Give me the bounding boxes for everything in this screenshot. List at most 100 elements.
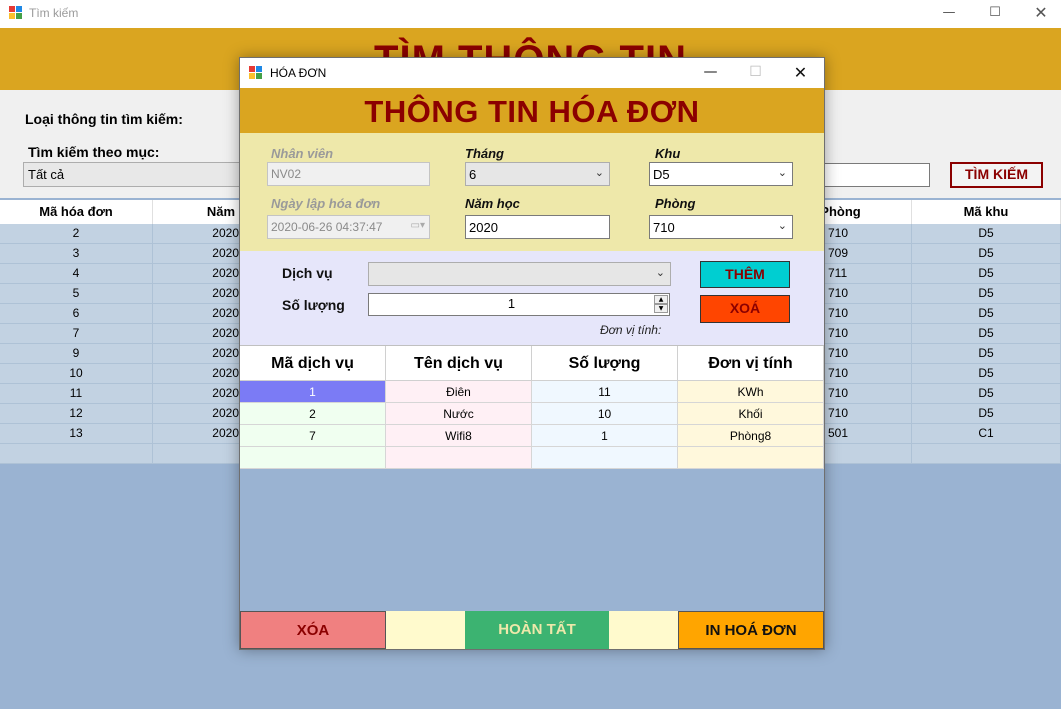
cell-ma-khu[interactable]: D5 [912,284,1061,304]
maximize-button[interactable]: ☐ [972,0,1018,28]
don-vi-label: Đơn vị tính: [600,323,662,337]
chevron-down-icon: ⌄ [777,166,787,179]
service-detail-grid[interactable]: Mã dịch vụ Tên dịch vụ Số lượng Đơn vị t… [240,345,824,611]
dialog-titlebar: HÓA ĐƠN — ☐ ✕ [240,58,824,88]
column-header-ma-khu[interactable]: Mã khu [912,200,1061,224]
service-panel: Dịch vụ ⌄ THÊM Số lượng 1 ▲ ▼ XOÁ Đơn vị… [240,251,824,345]
calendar-icon: ▭▾ [410,220,425,231]
cell-ma-khu[interactable]: D5 [912,404,1061,424]
cell-ma-hoa-don[interactable] [0,444,153,464]
spin-buttons[interactable]: ▲ ▼ [654,295,668,313]
phong-value: 710 [653,220,675,235]
action-bar: XÓA HOÀN TẤT IN HOÁ ĐƠN [240,611,824,649]
cell-ma-hoa-don[interactable]: 12 [0,404,153,424]
nam-hoc-label: Năm học [465,196,520,211]
cell-ma-hoa-don[interactable]: 7 [0,324,153,344]
dialog-app-icon [249,66,263,80]
spin-up-icon[interactable]: ▲ [654,295,668,304]
cell-ma-hoa-don[interactable]: 6 [0,304,153,324]
cell-ma-khu[interactable]: D5 [912,384,1061,404]
thang-label: Tháng [465,146,504,161]
window-title: Tìm kiếm [29,6,79,20]
remove-service-button[interactable]: XOÁ [700,295,790,323]
dich-vu-label: Dịch vụ [282,265,333,281]
cell-ma-khu[interactable]: D5 [912,244,1061,264]
cell-so-luong[interactable]: 11 [532,381,678,403]
cell-ma-khu[interactable]: D5 [912,304,1061,324]
nhan-vien-field: NV02 [267,162,430,186]
nam-hoc-input[interactable]: 2020 [465,215,610,239]
cell-ma-hoa-don[interactable]: 5 [0,284,153,304]
cell-don-vi-tinh[interactable]: KWh [678,381,824,403]
cell-ma-hoa-don[interactable]: 3 [0,244,153,264]
chevron-down-icon: ⌄ [655,266,665,279]
close-button[interactable]: ✕ [1018,0,1061,28]
column-header-ten-dich-vu[interactable]: Tên dịch vụ [386,346,532,381]
so-luong-value: 1 [507,296,516,311]
dialog-minimize-button[interactable]: — [688,58,733,88]
thang-select[interactable]: 6 ⌄ [465,162,610,186]
cell-ma-dich-vu[interactable]: 7 [240,425,386,447]
cell-ten-dich-vu[interactable]: Wifi8 [386,425,532,447]
cell-ma-khu[interactable]: D5 [912,224,1061,244]
delete-invoice-button[interactable]: XÓA [240,611,386,649]
cell-ma-hoa-don[interactable]: 9 [0,344,153,364]
invoice-dialog: HÓA ĐƠN — ☐ ✕ THÔNG TIN HÓA ĐƠN Nhân viê… [239,57,825,650]
column-header-so-luong[interactable]: Số lượng [532,346,678,381]
dialog-close-button[interactable]: ✕ [778,58,823,88]
search-by-select[interactable]: Tất cả [23,162,243,187]
cell-ma-khu[interactable]: C1 [912,424,1061,444]
cell-ten-dich-vu[interactable] [386,447,532,469]
cell-ma-khu[interactable]: D5 [912,364,1061,384]
search-input[interactable] [820,163,930,187]
minimize-button[interactable]: — [926,0,972,28]
cell-ma-dich-vu[interactable]: 2 [240,403,386,425]
cell-ma-hoa-don[interactable]: 11 [0,384,153,404]
cell-don-vi-tinh[interactable]: Phòng8 [678,425,824,447]
complete-button[interactable]: HOÀN TẤT [465,611,609,649]
so-luong-label: Số lượng [282,297,345,313]
cell-ma-khu[interactable]: D5 [912,324,1061,344]
cell-ma-khu[interactable]: D5 [912,264,1061,284]
phong-select[interactable]: 710 ⌄ [649,215,793,239]
cell-ma-khu[interactable]: D5 [912,344,1061,364]
dialog-header-title: THÔNG TIN HÓA ĐƠN [364,94,700,129]
cell-ma-hoa-don[interactable]: 10 [0,364,153,384]
cell-ma-dich-vu[interactable]: 1 [240,381,386,403]
dich-vu-select[interactable]: ⌄ [368,262,671,286]
column-header-ma-hoa-don[interactable]: Mã hóa đơn [0,200,153,224]
khu-label: Khu [655,146,681,161]
cell-ten-dich-vu[interactable]: Nước [386,403,532,425]
invoice-info-panel: Nhân viên NV02 Tháng 6 ⌄ Khu D5 ⌄ Ngày l… [240,133,824,251]
cell-so-luong[interactable]: 1 [532,425,678,447]
search-button[interactable]: TÌM KIẾM [950,162,1043,188]
search-type-label: Loại thông tin tìm kiếm: [25,111,183,127]
column-header-ma-dich-vu[interactable]: Mã dịch vụ [240,346,386,381]
app-icon [9,6,23,20]
ngay-lap-picker: 2020-06-26 04:37:47 ▭▾ [267,215,430,239]
add-service-button[interactable]: THÊM [700,261,790,288]
cell-so-luong[interactable] [532,447,678,469]
cell-so-luong[interactable]: 10 [532,403,678,425]
cell-ma-hoa-don[interactable]: 13 [0,424,153,444]
spin-down-icon[interactable]: ▼ [654,304,668,313]
ngay-lap-value: 2020-06-26 04:37:47 [271,220,383,234]
dialog-header: THÔNG TIN HÓA ĐƠN [240,88,824,133]
main-titlebar: Tìm kiếm — ☐ ✕ [0,0,1061,28]
search-by-value: Tất cả [28,167,65,182]
chevron-down-icon: ⌄ [594,166,604,179]
nam-hoc-value: 2020 [469,220,498,235]
column-header-don-vi-tinh[interactable]: Đơn vị tính [678,346,824,381]
cell-don-vi-tinh[interactable]: Khối [678,403,824,425]
cell-ma-hoa-don[interactable]: 2 [0,224,153,244]
ngay-lap-label: Ngày lập hóa đơn [271,196,381,211]
cell-ma-hoa-don[interactable]: 4 [0,264,153,284]
thang-value: 6 [469,167,477,182]
print-invoice-button[interactable]: IN HOÁ ĐƠN [678,611,824,649]
cell-ma-dich-vu[interactable] [240,447,386,469]
cell-ten-dich-vu[interactable]: Điên [386,381,532,403]
khu-select[interactable]: D5 ⌄ [649,162,793,186]
cell-don-vi-tinh[interactable] [678,447,824,469]
cell-ma-khu[interactable] [912,444,1061,464]
so-luong-stepper[interactable]: 1 ▲ ▼ [368,293,670,316]
